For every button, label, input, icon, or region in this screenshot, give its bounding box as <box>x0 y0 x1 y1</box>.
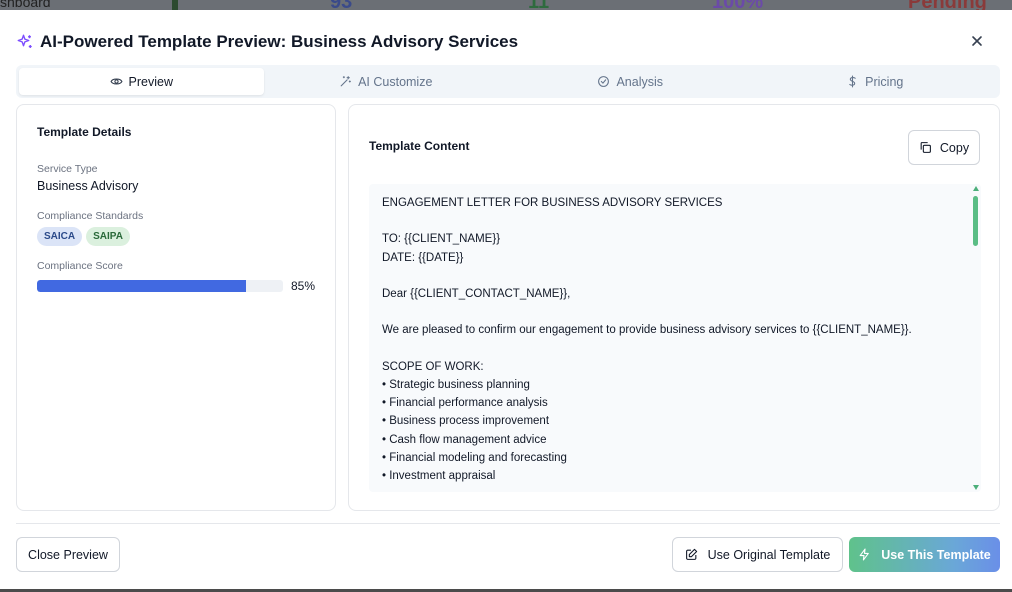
use-this-label: Use This Template <box>881 547 991 562</box>
lightning-icon <box>859 548 870 561</box>
scroll-thumb[interactable] <box>973 196 978 246</box>
compliance-score: 85% <box>37 279 315 293</box>
close-preview-button[interactable]: Close Preview <box>16 537 120 572</box>
template-content-text: ENGAGEMENT LETTER FOR BUSINESS ADVISORY … <box>382 197 912 483</box>
service-type-label: Service Type <box>37 163 98 175</box>
background-stat: 100% <box>712 0 763 10</box>
background-stat: 93 <box>330 0 352 10</box>
modal-header: AI-Powered Template Preview: Business Ad… <box>16 30 518 54</box>
background-stat: Pending <box>908 0 987 10</box>
edit-icon <box>685 548 697 560</box>
template-preview-modal: AI-Powered Template Preview: Business Ad… <box>0 10 1012 589</box>
template-content-title: Template Content <box>369 139 470 153</box>
compliance-standards-badges: SAICA SAIPA <box>37 227 315 246</box>
tab-preview[interactable]: Preview <box>19 68 264 95</box>
use-original-label: Use Original Template <box>707 547 831 562</box>
background-divider <box>172 0 178 10</box>
tab-label: Preview <box>128 74 173 89</box>
compliance-score-fill <box>37 280 247 292</box>
tab-list: Preview AI Customize Analysis Pricing <box>16 65 1000 98</box>
use-original-template-button[interactable]: Use Original Template <box>672 537 843 572</box>
check-circle-icon <box>598 76 610 87</box>
tab-analysis[interactable]: Analysis <box>508 68 753 95</box>
content-scrollbar[interactable] <box>971 184 981 492</box>
tab-label: AI Customize <box>358 74 433 89</box>
background-stat: 11 <box>528 0 549 10</box>
background-dashboard: shboard 93 11 100% Pending <box>0 0 1012 10</box>
tab-label: Analysis <box>616 74 664 89</box>
copy-icon <box>920 142 931 153</box>
template-content-area[interactable]: ENGAGEMENT LETTER FOR BUSINESS ADVISORY … <box>369 184 981 492</box>
template-details-title: Template Details <box>37 125 132 139</box>
scroll-down-arrow-icon[interactable] <box>973 485 979 490</box>
tab-ai-customize[interactable]: AI Customize <box>264 68 509 95</box>
template-details-card: Template Details Service Type Business A… <box>16 104 336 511</box>
compliance-score-label: Compliance Score <box>37 260 123 272</box>
use-this-template-button[interactable]: Use This Template <box>849 537 1000 572</box>
compliance-score-bar <box>37 280 283 292</box>
standard-badge: SAICA <box>37 227 83 246</box>
service-type-value: Business Advisory <box>37 179 139 193</box>
scroll-up-arrow-icon[interactable] <box>973 186 979 191</box>
copy-label: Copy <box>939 140 970 155</box>
close-preview-label: Close Preview <box>28 547 108 562</box>
sparkles-icon <box>17 34 32 48</box>
background-dashboard-text: shboard <box>0 0 51 10</box>
close-icon[interactable] <box>968 32 986 50</box>
modal-title: AI-Powered Template Preview: Business Ad… <box>40 32 519 51</box>
footer-divider <box>16 523 1000 524</box>
compliance-score-percent: 85% <box>290 279 315 293</box>
eye-icon <box>109 78 123 85</box>
magic-wand-icon <box>340 76 351 87</box>
tab-pricing[interactable]: Pricing <box>753 68 998 95</box>
copy-button[interactable]: Copy <box>908 130 980 165</box>
compliance-standards-label: Compliance Standards <box>37 210 144 222</box>
standard-badge: SAIPA <box>86 227 130 246</box>
template-content-card: Template Content Copy ENGAGEMENT LETTER … <box>348 104 1000 511</box>
dollar-icon <box>849 75 856 88</box>
tab-label: Pricing <box>865 74 904 89</box>
